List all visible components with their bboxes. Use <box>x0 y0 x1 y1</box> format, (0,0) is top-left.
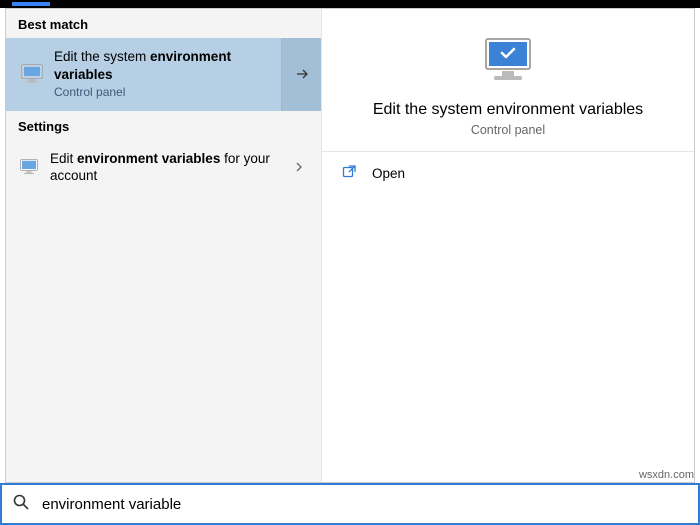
preview-category: Control panel <box>471 123 545 137</box>
search-bar[interactable] <box>0 483 700 525</box>
search-icon <box>12 493 30 516</box>
best-match-title-pre: Edit the system <box>54 49 150 64</box>
search-results-panel: Best match Edit the system environment v… <box>5 8 695 483</box>
accent-bar <box>12 2 50 6</box>
preview-pane: Edit the system environment variables Co… <box>322 9 694 482</box>
best-match-text: Edit the system environment variables Co… <box>54 48 273 101</box>
monitor-icon <box>18 156 40 178</box>
chevron-right-icon <box>294 162 304 172</box>
settings-text-bold: environment variables <box>77 151 220 166</box>
open-label: Open <box>372 166 405 181</box>
monitor-icon <box>18 60 46 88</box>
settings-result-row[interactable]: Edit environment variables for your acco… <box>6 140 321 195</box>
window-top-strip <box>0 0 700 8</box>
preview-title: Edit the system environment variables <box>373 101 643 119</box>
results-left-column: Best match Edit the system environment v… <box>6 9 322 482</box>
arrow-right-icon <box>294 66 310 82</box>
open-action[interactable]: Open <box>322 152 694 195</box>
settings-text-pre: Edit <box>50 151 77 166</box>
settings-result-text: Edit environment variables for your acco… <box>50 150 289 185</box>
best-match-result-row[interactable]: Edit the system environment variables Co… <box>6 38 321 111</box>
best-match-expand-arrow[interactable] <box>281 38 321 111</box>
open-icon <box>342 164 358 183</box>
best-match-category: Control panel <box>54 85 273 101</box>
best-match-title: Edit the system environment variables <box>54 48 273 83</box>
watermark: wsxdn.com <box>639 469 694 481</box>
monitor-check-icon <box>480 33 536 89</box>
search-input[interactable] <box>42 496 688 513</box>
settings-header: Settings <box>6 111 321 140</box>
best-match-main[interactable]: Edit the system environment variables Co… <box>6 38 281 111</box>
preview-header: Edit the system environment variables Co… <box>322 9 694 152</box>
settings-expand-arrow[interactable] <box>289 162 309 172</box>
best-match-header: Best match <box>6 9 321 38</box>
